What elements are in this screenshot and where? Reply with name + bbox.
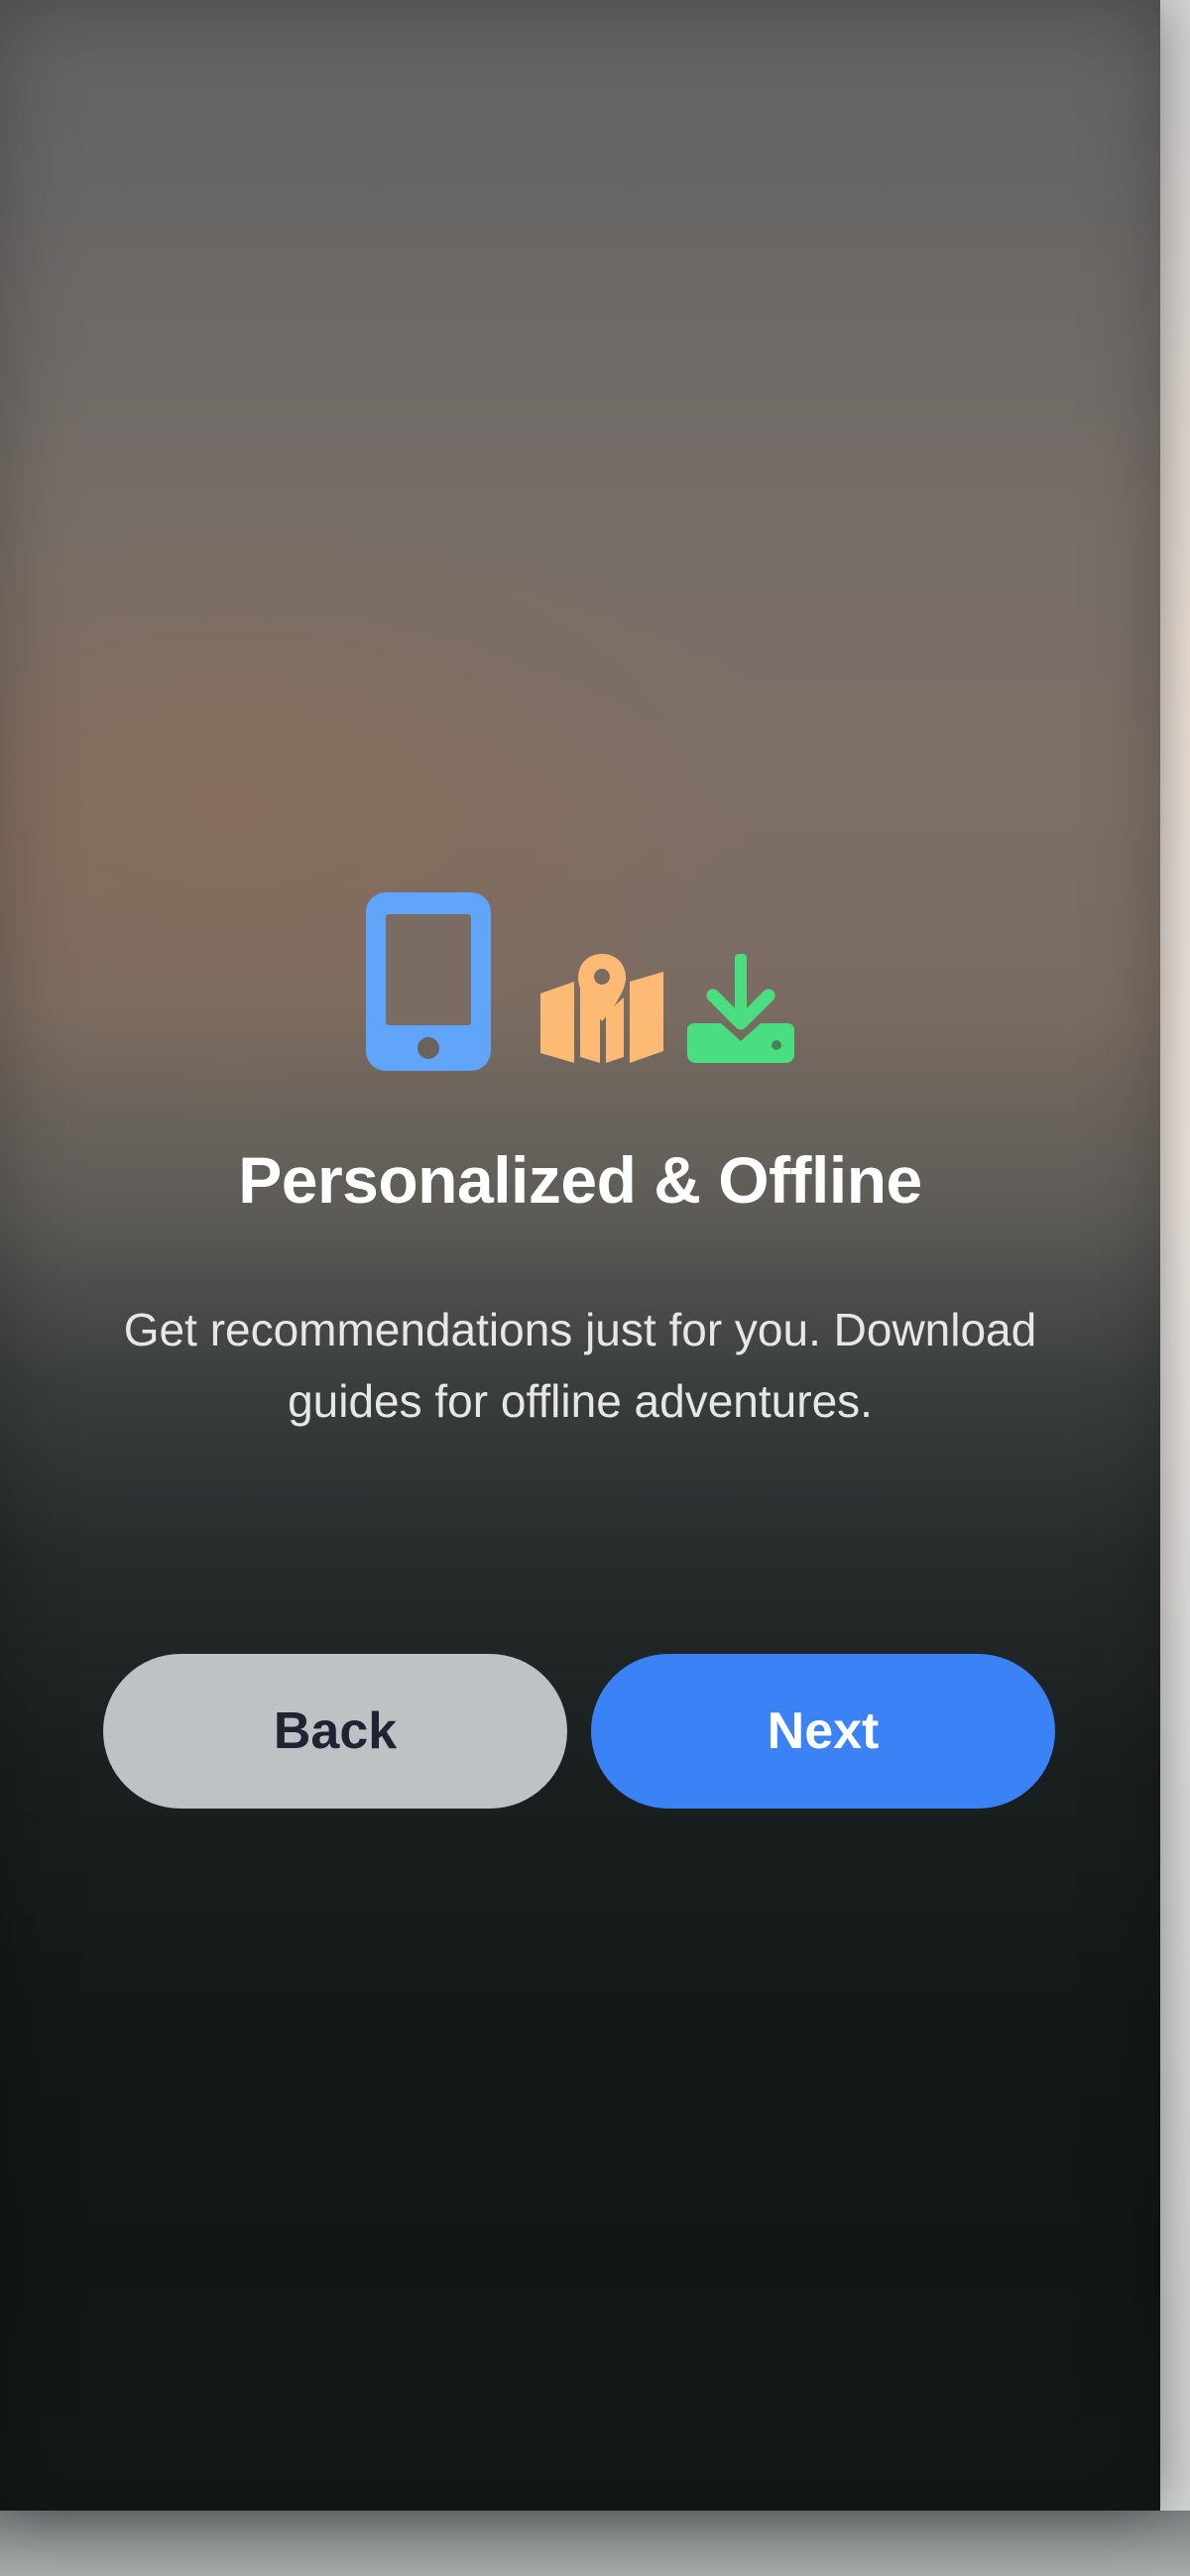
download-icon xyxy=(687,954,794,1063)
onboarding-screen: Personalized & Offline Get recommendatio… xyxy=(0,0,1160,2511)
map-pin-icon xyxy=(540,954,663,1063)
next-button[interactable]: Next xyxy=(591,1654,1055,1809)
page-title: Personalized & Offline xyxy=(238,1143,922,1217)
background-edge xyxy=(1160,0,1190,2576)
background-bottom xyxy=(0,2511,1190,2576)
phone-icon xyxy=(366,892,491,1071)
back-button[interactable]: Back xyxy=(103,1654,567,1809)
feature-icons xyxy=(0,887,1160,1071)
page-subtitle: Get recommendations just for you. Downlo… xyxy=(123,1304,1037,1427)
